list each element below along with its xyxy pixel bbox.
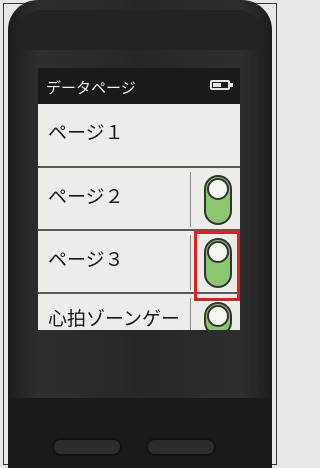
list-item-label: 心拍ゾーンゲー <box>48 308 181 330</box>
page-2-toggle[interactable] <box>204 175 232 225</box>
list-item-page-2[interactable]: ページ２ <box>38 168 240 231</box>
divider <box>190 298 191 330</box>
divider <box>190 172 191 227</box>
list-item-label: ページ１ <box>48 122 124 144</box>
heart-rate-zone-toggle[interactable] <box>204 302 232 330</box>
divider <box>190 235 191 290</box>
watch-bezel <box>18 10 262 50</box>
left-button[interactable] <box>52 438 122 456</box>
toggle-knob <box>207 178 229 200</box>
highlight-box <box>194 231 240 301</box>
watch-bottom <box>8 398 272 468</box>
page-title: データページ <box>46 79 136 97</box>
screen-header: データページ <box>38 68 240 104</box>
right-button[interactable] <box>146 438 216 456</box>
toggle-knob <box>207 305 229 327</box>
list-item-page-1[interactable]: ページ１ <box>38 104 240 168</box>
battery-icon <box>210 80 233 90</box>
list-item-label: ページ２ <box>48 186 124 208</box>
list-item-label: ページ３ <box>48 249 124 271</box>
